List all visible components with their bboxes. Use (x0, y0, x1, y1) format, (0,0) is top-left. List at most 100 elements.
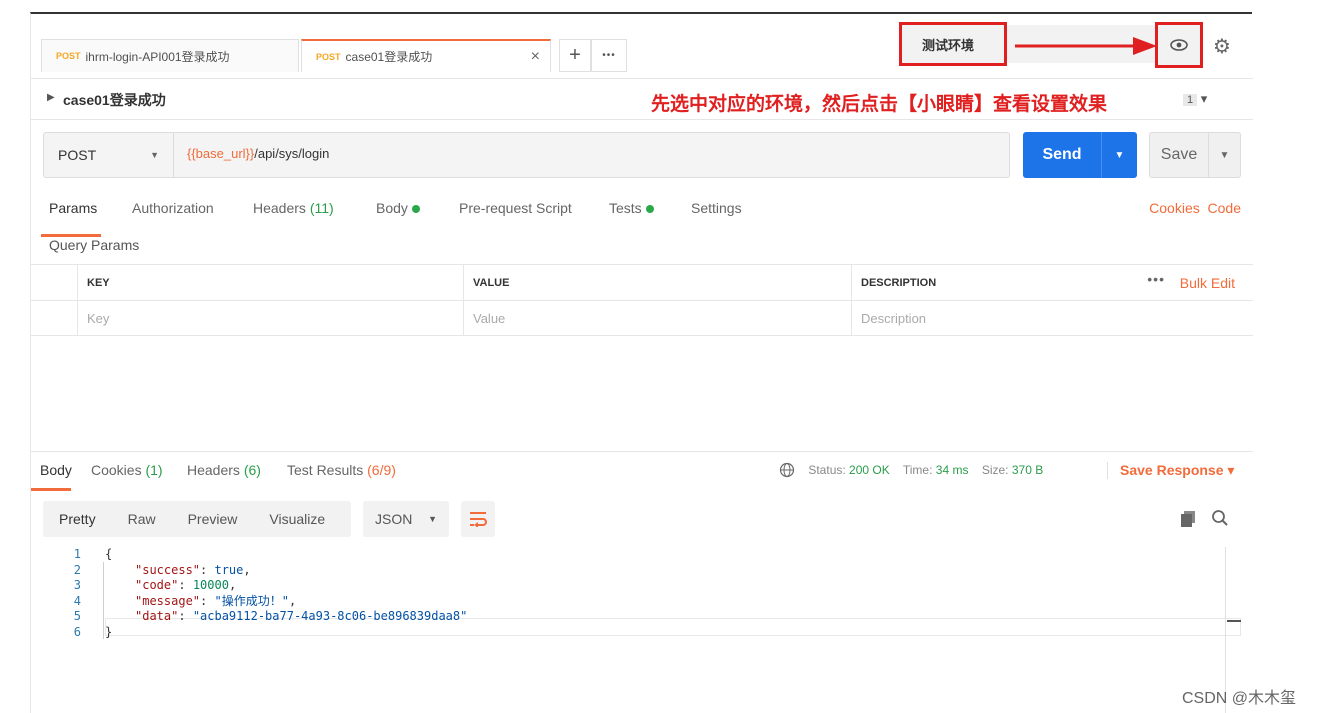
tab-body-label: Body (376, 200, 408, 216)
query-params-table: KEY VALUE DESCRIPTION ••• Bulk Edit Key … (31, 264, 1253, 336)
tab-params[interactable]: Params (49, 200, 97, 216)
status-value[interactable]: 200 OK (849, 463, 890, 477)
globe-icon[interactable] (779, 462, 795, 478)
code-text: "message": "操作成功！", (135, 594, 296, 610)
headers-count: (11) (309, 200, 334, 216)
description-input[interactable]: Description (851, 301, 1253, 336)
code-line: 4 "message": "操作成功！", (31, 594, 1253, 610)
status-label: Status: (808, 463, 846, 477)
format-preview[interactable]: Preview (172, 511, 254, 527)
key-input[interactable]: Key (77, 301, 463, 336)
gear-icon[interactable]: ⚙ (1213, 34, 1231, 59)
save-button[interactable]: Save ▼ (1149, 132, 1241, 178)
url-bar: POST ▼ {{base_url}}/api/sys/login (43, 132, 1010, 178)
code-text: "success": true, (135, 563, 251, 579)
params-empty-row: Key Value Description (31, 300, 1253, 336)
json-sep: : (200, 593, 215, 608)
add-tab-button[interactable]: + (559, 39, 591, 72)
language-select[interactable]: JSON ▼ (363, 501, 449, 537)
tab-tests[interactable]: Tests (609, 200, 654, 216)
tab-settings[interactable]: Settings (691, 200, 742, 216)
tab-body[interactable]: Body (376, 200, 420, 216)
code-text: "code": 10000, (135, 578, 236, 594)
response-status-bar: Status: 200 OK Time: 34 ms Size: 370 B (779, 462, 1043, 478)
more-tabs-button[interactable]: ••• (591, 39, 627, 72)
save-label: Save (1160, 146, 1198, 163)
examples-dropdown[interactable]: 1 ▾ (1179, 91, 1207, 107)
value-input[interactable]: Value (463, 301, 851, 336)
url-input[interactable]: {{base_url}}/api/sys/login (187, 146, 329, 161)
code-line: 3 "code": 10000, (31, 578, 1253, 594)
body-indicator-dot (411, 205, 420, 214)
language-value: JSON (375, 511, 413, 527)
tab-bar: POST ihrm-login-API001登录成功 POST case01登录… (31, 14, 1253, 78)
format-raw[interactable]: Raw (112, 511, 172, 527)
cookies-code-links: Cookies Code (1149, 200, 1241, 216)
json-comma: , (288, 593, 297, 608)
copy-icon[interactable] (1181, 511, 1195, 527)
tab-ihrm-login[interactable]: POST ihrm-login-API001登录成功 (41, 39, 299, 72)
response-tab-body[interactable]: Body (40, 462, 72, 478)
url-variable: {{base_url}} (187, 146, 255, 161)
code-link[interactable]: Code (1208, 200, 1241, 216)
tab-prerequest-script[interactable]: Pre-request Script (459, 200, 572, 216)
tab-label: case01登录成功 (345, 50, 433, 64)
tab-label: ihrm-login-API001登录成功 (85, 49, 230, 64)
response-divider[interactable] (31, 451, 1253, 452)
save-options-chevron-icon[interactable]: ▼ (1208, 133, 1240, 177)
response-active-underline (31, 488, 71, 491)
more-icon[interactable]: ••• (1147, 271, 1165, 287)
time-value[interactable]: 34 ms (936, 463, 969, 477)
response-tab-headers-label: Headers (187, 462, 240, 478)
send-options-chevron-icon[interactable]: ▼ (1101, 132, 1137, 178)
environment-selector[interactable]: 测试环境 (899, 22, 1007, 66)
annotation-text: 先选中对应的环境，然后点击【小眼睛】查看设置效果 (651, 94, 1108, 115)
close-icon[interactable]: × (531, 48, 540, 66)
json-key: "message" (135, 593, 201, 608)
column-value: VALUE (463, 265, 851, 300)
response-tab-headers[interactable]: Headers (6) (187, 462, 261, 478)
tab-headers[interactable]: Headers (11) (253, 200, 334, 216)
environment-quick-look-button[interactable] (1155, 22, 1203, 68)
tab-method: POST (316, 51, 341, 62)
format-pretty[interactable]: Pretty (43, 511, 112, 527)
chevron-down-icon: ▼ (428, 514, 437, 524)
tab-method: POST (56, 51, 81, 61)
tab-case01[interactable]: POST case01登录成功 × (301, 39, 551, 72)
response-body-editor[interactable]: 1{ 2 "success": true, 3 "code": 10000, 4 "m… (31, 547, 1253, 640)
code-text: "data": "acba9112-ba77-4a93-8c06-be89683… (135, 609, 467, 625)
search-icon[interactable] (1211, 509, 1229, 527)
response-tab-cookies[interactable]: Cookies (1) (91, 462, 163, 478)
json-comma: , (243, 562, 251, 577)
cookies-count: (1) (145, 462, 163, 478)
line-number: 4 (73, 593, 81, 608)
url-path: /api/sys/login (254, 146, 330, 161)
send-button[interactable]: Send ▼ (1023, 132, 1137, 178)
code-line: 1{ (31, 547, 1253, 563)
params-header-row: KEY VALUE DESCRIPTION ••• Bulk Edit (31, 264, 1253, 300)
send-label: Send (1042, 146, 1082, 163)
wrap-icon (470, 512, 487, 527)
line-number: 1 (73, 547, 81, 561)
json-key: "code" (135, 578, 179, 592)
screenshot: POST ihrm-login-API001登录成功 POST case01登录… (0, 0, 1329, 713)
eye-icon (1170, 39, 1188, 51)
size-value[interactable]: 370 B (1012, 463, 1043, 477)
save-response-button[interactable]: Save Response ▾ (1107, 462, 1234, 479)
method-value: POST (58, 147, 97, 163)
json-comma: , (228, 578, 237, 592)
expand-caret-icon[interactable]: ▶ (47, 92, 55, 103)
tab-headers-label: Headers (253, 200, 306, 216)
json-sep: : (178, 578, 193, 592)
tab-authorization[interactable]: Authorization (132, 200, 214, 216)
cookies-link[interactable]: Cookies (1149, 200, 1200, 216)
format-visualize[interactable]: Visualize (253, 511, 341, 527)
response-tab-test-results[interactable]: Test Results (6/9) (287, 462, 396, 478)
test-results-count: (6/9) (367, 462, 396, 478)
wrap-lines-button[interactable] (461, 501, 495, 537)
code-line: 2 "success": true, (31, 563, 1253, 579)
request-tabs: Params Authorization Headers (11) Body P… (31, 196, 1253, 238)
bulk-edit-link[interactable]: Bulk Edit (1180, 275, 1235, 291)
method-select[interactable]: POST ▼ (44, 133, 174, 177)
query-params-title: Query Params (49, 237, 140, 253)
